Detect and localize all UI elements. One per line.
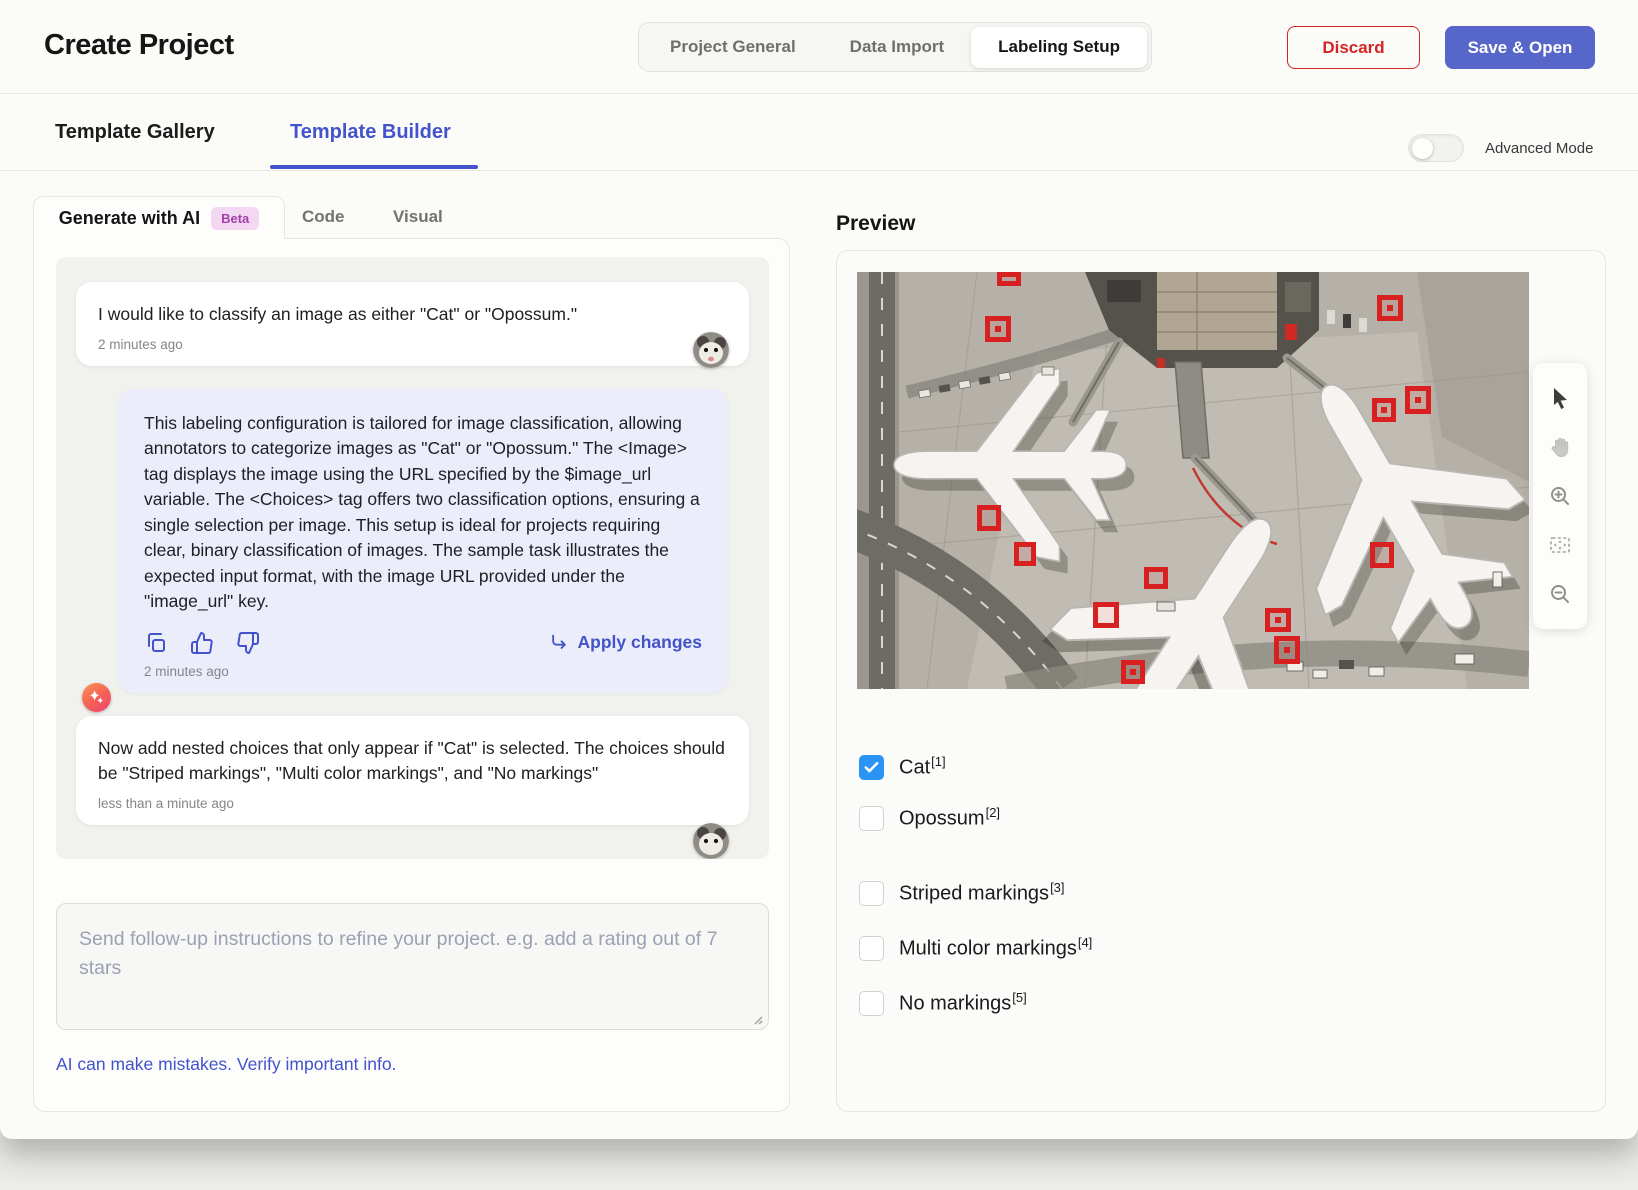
checkbox[interactable]	[859, 881, 884, 906]
choice-no-markings[interactable]: No markings[5]	[859, 989, 1027, 1017]
copy-icon[interactable]	[144, 631, 168, 655]
user-avatar	[693, 332, 729, 368]
annotation-box	[977, 505, 1001, 531]
annotation-box	[1014, 542, 1036, 566]
advanced-mode-label: Advanced Mode	[1485, 140, 1593, 157]
tab-template-gallery[interactable]: Template Gallery	[55, 121, 215, 144]
beta-badge: Beta	[211, 207, 259, 230]
message-text: This labeling configuration is tailored …	[144, 411, 702, 615]
tab-template-builder[interactable]: Template Builder	[290, 121, 451, 144]
followup-input[interactable]	[56, 903, 769, 1030]
wizard-step-tabs: Project General Data Import Labeling Set…	[638, 22, 1152, 72]
checkbox[interactable]	[859, 806, 884, 831]
chat-message-user: Now add nested choices that only appear …	[76, 716, 749, 825]
hotkey-badge: [4]	[1078, 935, 1092, 950]
annotation-box	[997, 272, 1021, 286]
header: Create Project Project General Data Impo…	[0, 0, 1638, 94]
tab-labeling-setup[interactable]: Labeling Setup	[971, 27, 1147, 68]
thumbs-up-icon[interactable]	[190, 631, 214, 655]
ai-avatar	[82, 683, 111, 712]
save-open-button[interactable]: Save & Open	[1445, 26, 1595, 69]
choice-label: Cat[1]	[899, 754, 946, 780]
annotation-box	[1265, 608, 1291, 632]
ai-disclaimer: AI can make mistakes. Verify important i…	[56, 1054, 396, 1075]
hotkey-badge: [2]	[986, 805, 1000, 820]
choice-label: Opossum[2]	[899, 805, 1000, 831]
annotation-box	[1377, 295, 1403, 321]
preview-panel: Cat[1] Opossum[2] Striped markings[3] Mu…	[836, 250, 1606, 1112]
tab-project-general[interactable]: Project General	[643, 27, 823, 68]
message-timestamp: 2 minutes ago	[144, 664, 702, 679]
hotkey-badge: [1]	[931, 754, 945, 769]
active-tab-underline	[270, 165, 478, 169]
image-toolbar	[1533, 363, 1587, 629]
page-title: Create Project	[44, 29, 234, 62]
template-subnav: Template Gallery Template Builder Advanc…	[0, 94, 1638, 171]
annotation-box	[1372, 398, 1396, 422]
choice-label: No markings[5]	[899, 990, 1027, 1016]
choice-label: Striped markings[3]	[899, 880, 1065, 906]
choice-cat[interactable]: Cat[1]	[859, 753, 946, 781]
cursor-tool-icon[interactable]	[1546, 384, 1574, 412]
advanced-mode-toggle[interactable]	[1408, 134, 1464, 162]
hotkey-badge: [5]	[1012, 990, 1026, 1005]
message-timestamp: 2 minutes ago	[98, 337, 727, 352]
preview-image[interactable]	[857, 272, 1529, 689]
apply-changes-button[interactable]: Apply changes	[549, 632, 702, 653]
annotation-box	[1274, 636, 1300, 664]
zoom-in-icon[interactable]	[1546, 482, 1574, 510]
hotkey-badge: [3]	[1050, 880, 1064, 895]
annotation-box	[1121, 660, 1145, 684]
annotation-box	[1093, 602, 1119, 628]
pan-tool-icon[interactable]	[1546, 433, 1574, 461]
checkbox[interactable]	[859, 991, 884, 1016]
annotation-layer	[857, 272, 1529, 689]
thumbs-down-icon[interactable]	[236, 631, 260, 655]
generate-ai-tab-label: Generate with AI	[59, 208, 200, 229]
chat-message-assistant: This labeling configuration is tailored …	[118, 389, 728, 693]
discard-button[interactable]: Discard	[1287, 26, 1420, 69]
user-avatar	[693, 823, 729, 859]
ai-builder-panel: I would like to classify an image as eit…	[33, 238, 790, 1112]
zoom-out-icon[interactable]	[1546, 580, 1574, 608]
preview-title: Preview	[836, 212, 915, 236]
tab-generate-with-ai[interactable]: Generate with AI Beta	[33, 196, 285, 239]
tab-data-import[interactable]: Data Import	[823, 27, 971, 68]
chat-history[interactable]: I would like to classify an image as eit…	[56, 257, 769, 859]
apply-arrow-icon	[549, 633, 569, 653]
annotation-box	[985, 316, 1011, 342]
message-text: I would like to classify an image as eit…	[98, 302, 727, 328]
tab-visual[interactable]: Visual	[393, 196, 443, 238]
annotation-box	[1370, 542, 1394, 568]
choice-opossum[interactable]: Opossum[2]	[859, 804, 1000, 832]
create-project-modal: Create Project Project General Data Impo…	[0, 0, 1638, 1139]
message-timestamp: less than a minute ago	[98, 796, 727, 811]
choice-multi-color-markings[interactable]: Multi color markings[4]	[859, 934, 1092, 962]
message-actions: Apply changes	[144, 631, 702, 655]
choice-label: Multi color markings[4]	[899, 935, 1092, 961]
choice-striped-markings[interactable]: Striped markings[3]	[859, 879, 1065, 907]
checkbox[interactable]	[859, 755, 884, 780]
tab-code[interactable]: Code	[302, 196, 345, 238]
annotation-box	[1144, 567, 1168, 589]
chat-message-user: I would like to classify an image as eit…	[76, 282, 749, 366]
apply-changes-label: Apply changes	[578, 632, 702, 653]
message-text: Now add nested choices that only appear …	[98, 736, 727, 787]
toggle-knob	[1412, 138, 1433, 159]
fit-screen-icon[interactable]	[1546, 531, 1574, 559]
checkbox[interactable]	[859, 936, 884, 961]
annotation-box	[1405, 386, 1431, 414]
